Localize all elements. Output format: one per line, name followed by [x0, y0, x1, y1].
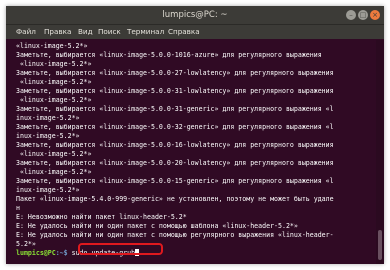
- close-button[interactable]: ×: [370, 10, 380, 20]
- maximize-button[interactable]: □: [358, 10, 368, 20]
- window-title: lumpics@PC: ~: [162, 10, 228, 20]
- output-line: inux-image-5.2*»: [16, 114, 80, 122]
- scrollbar[interactable]: [376, 40, 384, 264]
- output-line: «linux-image-5.2*»: [16, 60, 92, 68]
- output-line: 5.2*»: [16, 240, 36, 248]
- output-line: н: [16, 204, 20, 212]
- prompt-user: lumpics@PC: [16, 249, 56, 257]
- output-line: «linux-image-5.2*»: [16, 168, 92, 176]
- output-line: E: Невозможно найти пакет linux-header-5…: [16, 213, 187, 221]
- terminal-window: lumpics@PC: ~ – □ × Файл Правка Вид Поис…: [6, 6, 384, 264]
- menu-edit[interactable]: Правка: [44, 25, 71, 39]
- output-line: «linux-image-5.2*»: [16, 150, 92, 158]
- output-line: «linux-image-5.2*»: [16, 42, 88, 50]
- menu-search[interactable]: Поиск: [98, 25, 121, 39]
- title-bar[interactable]: lumpics@PC: ~ – □ ×: [6, 6, 384, 25]
- scrollbar-thumb[interactable]: [378, 230, 382, 260]
- output-line: inux-image-5.2*»: [16, 132, 80, 140]
- command-highlight: [78, 243, 163, 255]
- menu-file[interactable]: Файл: [16, 25, 36, 39]
- output-line: Заметьте, выбирается «linux-image-5.0.0-…: [16, 123, 334, 131]
- output-line: Заметьте, выбирается «linux-image-5.0.0-…: [16, 159, 334, 167]
- menu-view[interactable]: Вид: [78, 25, 93, 39]
- menu-help[interactable]: Справка: [168, 25, 200, 39]
- output-line: «linux-image-5.2*»: [16, 96, 92, 104]
- output-line: E: Не удалось найти ни один пакет с помо…: [16, 231, 334, 239]
- menu-terminal[interactable]: Терминал: [127, 25, 164, 39]
- output-line: Заметьте, выбирается «linux-image-5.0.0-…: [16, 105, 334, 113]
- prompt-path: :~$: [55, 249, 68, 257]
- minimize-button[interactable]: –: [346, 10, 356, 20]
- output-line: Заметьте, выбирается «linux-image-5.0.0-…: [16, 51, 322, 59]
- menu-bar: Файл Правка Вид Поиск Терминал Справка: [6, 25, 384, 39]
- output-line: Заметьте, выбирается «linux-image-5.0.0-…: [16, 177, 334, 185]
- output-line: Пакет «linux-image-5.4.0-999-generic» не…: [16, 195, 334, 203]
- output-line: Заметьте, выбирается «linux-image-5.0.0-…: [16, 87, 334, 95]
- terminal-output[interactable]: «linux-image-5.2*» Заметьте, выбирается …: [6, 40, 376, 264]
- output-line: inux-image-5.2*»: [16, 186, 80, 194]
- output-line: Заметьте, выбирается «linux-image-5.0.0-…: [16, 141, 334, 149]
- output-line: E: Не удалось найти ни один пакет с помо…: [16, 222, 298, 230]
- output-line: Заметьте, выбирается «linux-image-5.0.0-…: [16, 69, 334, 77]
- output-line: «linux-image-5.2*»: [16, 78, 92, 86]
